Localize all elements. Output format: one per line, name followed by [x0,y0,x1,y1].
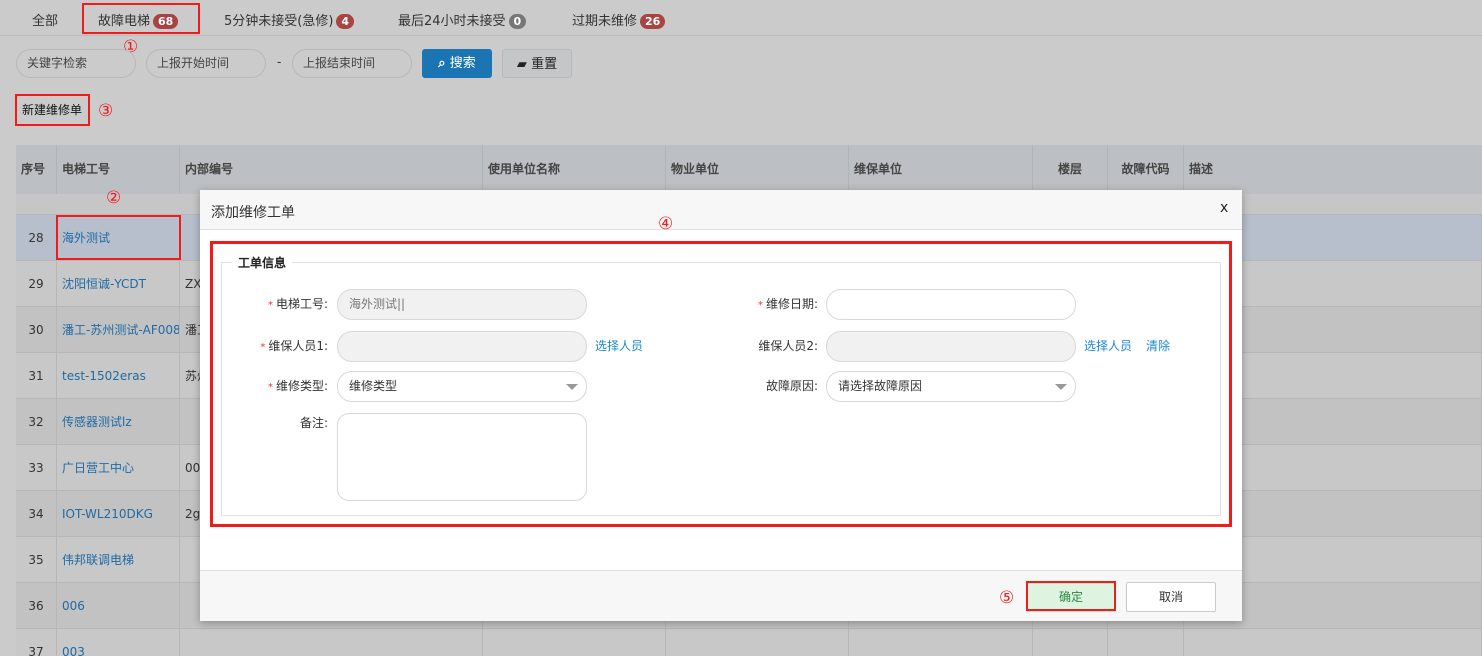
table-row[interactable]: 37 003 [16,629,1482,656]
row-number: 34 [16,491,57,537]
close-icon[interactable]: x [1220,200,1228,216]
table-cell [849,629,1033,656]
internal-code [180,629,483,656]
elevator-link[interactable]: 006 [57,583,180,629]
search-label: 搜索 [449,56,476,71]
elevator-link[interactable]: IOT-WL210DKG [57,491,180,537]
col-header: 维保单位 [849,145,1033,194]
row-number: 31 [16,353,57,399]
row-number: 37 [16,629,57,656]
search-button[interactable]: ⌕ 搜索 [422,49,492,78]
highlight-box [82,3,200,34]
col-header: 描述 [1184,145,1482,194]
row-number: 32 [16,399,57,445]
tab-24h[interactable]: 最后24小时未接受 0 [398,10,527,29]
col-header: 电梯工号 [57,145,180,194]
highlight-box [56,215,181,260]
tab-label: 5分钟未接受(急修) [224,14,334,29]
tab-overdue[interactable]: 过期未维修 26 [572,10,666,29]
col-header: 内部编号 [180,145,483,194]
row-number: 28 [16,215,57,261]
highlight-box [210,241,1232,527]
search-icon: ⌕ [438,56,446,71]
tab-bar: 全部 故障电梯 68 5分钟未接受(急修) 4 最后24小时未接受 0 过期未维修 26 [0,0,1482,36]
elevator-link[interactable]: 沈阳恒诚-YCDT [57,261,180,307]
elevator-link[interactable]: 潘工-苏州测试-AF008 [57,307,180,353]
elevator-link[interactable]: 广日营工中心 [57,445,180,491]
row-number: 29 [16,261,57,307]
highlight-box [15,94,90,126]
table-cell [1033,629,1108,656]
col-header: 使用单位名称 [483,145,666,194]
reset-button[interactable]: ▰ 重置 [502,49,572,78]
elevator-link[interactable]: 传感器测试lz [57,399,180,445]
row-number: 35 [16,537,57,583]
elevator-link[interactable]: test-1502eras [57,353,180,399]
tab-5min[interactable]: 5分钟未接受(急修) 4 [224,10,355,29]
col-header: 故障代码 [1108,145,1184,194]
elevator-link[interactable]: 003 [57,629,180,656]
col-header: 序号 [16,145,57,194]
tab-label: 过期未维修 [572,14,638,29]
eraser-icon: ▰ [516,57,527,72]
row-number: 33 [16,445,57,491]
cancel-button[interactable]: 取消 [1126,582,1216,612]
annotation-5: ⑤ [999,588,1015,608]
dialog-title: 添加维修工单 [211,205,295,221]
reset-label: 重置 [531,57,558,72]
elevator-link[interactable]: 伟邦联调电梯 [57,537,180,583]
col-header: 楼层 [1033,145,1108,194]
tab-label: 最后24小时未接受 [398,14,506,29]
table-cell [666,629,849,656]
dialog-header: 添加维修工单 x [200,190,1242,230]
count-badge: 4 [336,14,355,29]
annotation-4: ④ [658,214,674,234]
count-badge: 0 [508,14,527,29]
end-time-input[interactable]: 上报结束时间 [292,49,412,78]
range-separator: - [277,55,282,69]
table-cell [1184,629,1482,656]
keyword-input[interactable]: 关键字检索 [16,49,136,78]
start-time-input[interactable]: 上报开始时间 [146,49,266,78]
tab-all[interactable]: 全部 [32,10,58,29]
annotation-3: ③ [98,101,114,121]
col-header: 物业单位 [666,145,849,194]
highlight-box [1026,581,1116,611]
row-number: 30 [16,307,57,353]
table-cell [483,629,666,656]
table-cell [1108,629,1184,656]
annotation-2: ② [106,188,122,208]
row-number: 36 [16,583,57,629]
count-badge: 26 [640,14,666,29]
